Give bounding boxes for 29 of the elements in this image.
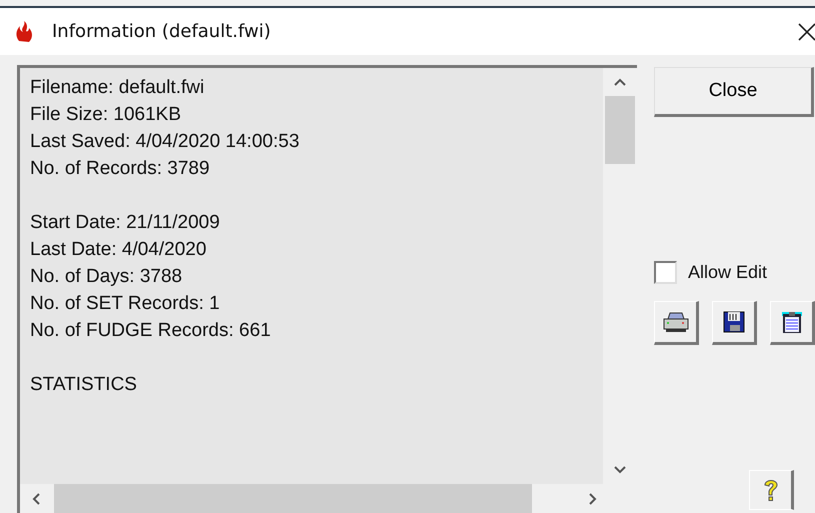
info-text-area[interactable] bbox=[17, 65, 637, 513]
printer-button[interactable] bbox=[654, 301, 699, 345]
clipboard-button[interactable] bbox=[770, 301, 815, 345]
help-button[interactable] bbox=[749, 470, 794, 510]
allow-edit-checkbox[interactable] bbox=[654, 261, 677, 284]
scroll-thumb[interactable] bbox=[605, 96, 635, 164]
down-chevron-icon[interactable] bbox=[614, 466, 626, 474]
window-title: Information (default.fwi) bbox=[52, 21, 271, 42]
allow-edit-label: Allow Edit bbox=[688, 262, 768, 283]
clipboard-icon bbox=[780, 310, 804, 334]
up-chevron-icon[interactable] bbox=[614, 78, 626, 86]
info-line: Last Date: 4/04/2020 bbox=[30, 238, 208, 262]
info-line: File Size: 1061KB bbox=[30, 103, 182, 127]
info-line: STATISTICS bbox=[30, 373, 138, 397]
info-line: No. of Days: 3788 bbox=[30, 265, 184, 289]
info-line: Filename: default.fwi bbox=[30, 76, 206, 100]
right-chevron-icon[interactable] bbox=[589, 493, 597, 505]
info-line: Last Saved: 4/04/2020 14:00:53 bbox=[30, 130, 300, 154]
close-icon[interactable] bbox=[797, 22, 815, 42]
close-button[interactable]: Close bbox=[654, 67, 814, 117]
scroll-thumb[interactable] bbox=[54, 484, 532, 513]
info-line: No. of FUDGE Records: 661 bbox=[30, 319, 272, 343]
left-chevron-icon[interactable] bbox=[32, 493, 40, 505]
printer-icon bbox=[662, 310, 690, 334]
floppy-disk-button[interactable] bbox=[712, 301, 757, 345]
info-line: No. of SET Records: 1 bbox=[30, 292, 221, 316]
info-line: Start Date: 21/11/2009 bbox=[30, 211, 221, 235]
flame-icon bbox=[14, 20, 34, 44]
info-line: No. of Records: 3789 bbox=[30, 157, 211, 181]
